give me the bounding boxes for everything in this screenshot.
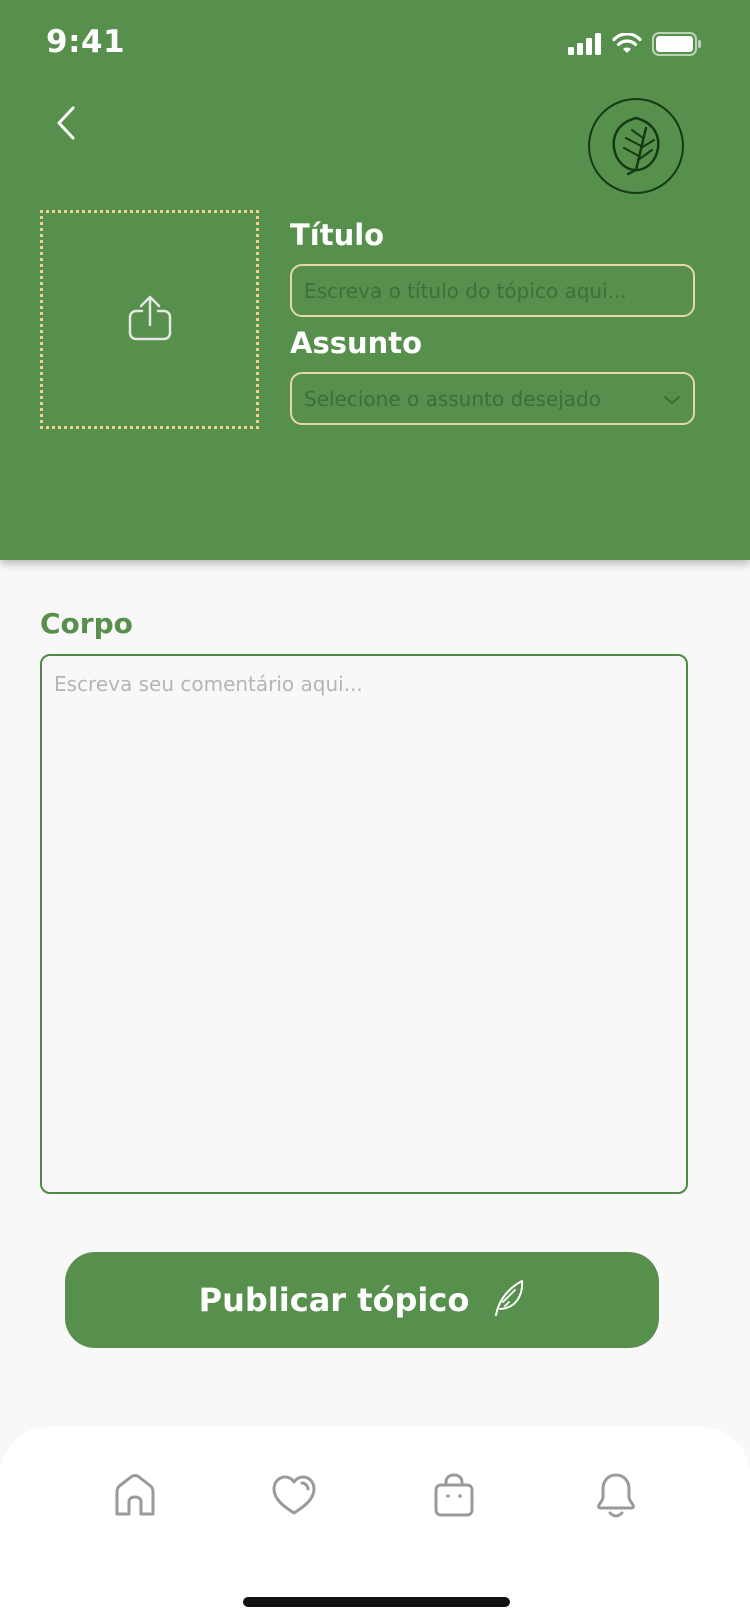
subject-select-placeholder: Selecione o assunto desejado bbox=[304, 386, 601, 411]
title-input[interactable] bbox=[290, 264, 695, 317]
title-label: Título bbox=[290, 218, 385, 252]
publish-topic-button[interactable]: Publicar tópico bbox=[65, 1252, 659, 1348]
home-icon bbox=[112, 1472, 158, 1522]
subject-label: Assunto bbox=[290, 326, 423, 360]
image-upload-area[interactable] bbox=[40, 210, 259, 429]
status-time: 9:41 bbox=[46, 24, 126, 60]
upload-icon bbox=[128, 295, 172, 345]
nav-favorites[interactable] bbox=[268, 1471, 320, 1523]
chevron-down-icon bbox=[663, 387, 681, 411]
publish-button-label: Publicar tópico bbox=[198, 1281, 470, 1319]
nav-home[interactable] bbox=[109, 1471, 161, 1523]
home-indicator bbox=[243, 1597, 510, 1607]
wifi-icon bbox=[612, 32, 642, 59]
body-label: Corpo bbox=[40, 607, 133, 640]
cellular-signal-icon bbox=[568, 33, 602, 59]
status-icons bbox=[568, 32, 702, 60]
shopping-bag-icon bbox=[432, 1472, 476, 1522]
feather-leaf-icon bbox=[491, 1278, 525, 1322]
back-button[interactable] bbox=[46, 100, 86, 150]
battery-icon bbox=[652, 32, 702, 60]
leaf-logo-badge bbox=[588, 98, 684, 194]
header-panel: 9:41 Título Escreva o título do tópico a… bbox=[0, 0, 750, 560]
bell-icon bbox=[595, 1472, 637, 1522]
heart-icon bbox=[271, 1474, 317, 1520]
leaf-icon bbox=[608, 112, 664, 180]
bottom-navigation bbox=[0, 1427, 750, 1624]
nav-shop[interactable] bbox=[428, 1471, 480, 1523]
nav-notifications[interactable] bbox=[590, 1471, 642, 1523]
chevron-left-icon bbox=[55, 105, 77, 145]
body-textarea[interactable] bbox=[40, 654, 688, 1194]
subject-select[interactable]: Selecione o assunto desejado bbox=[290, 372, 695, 425]
